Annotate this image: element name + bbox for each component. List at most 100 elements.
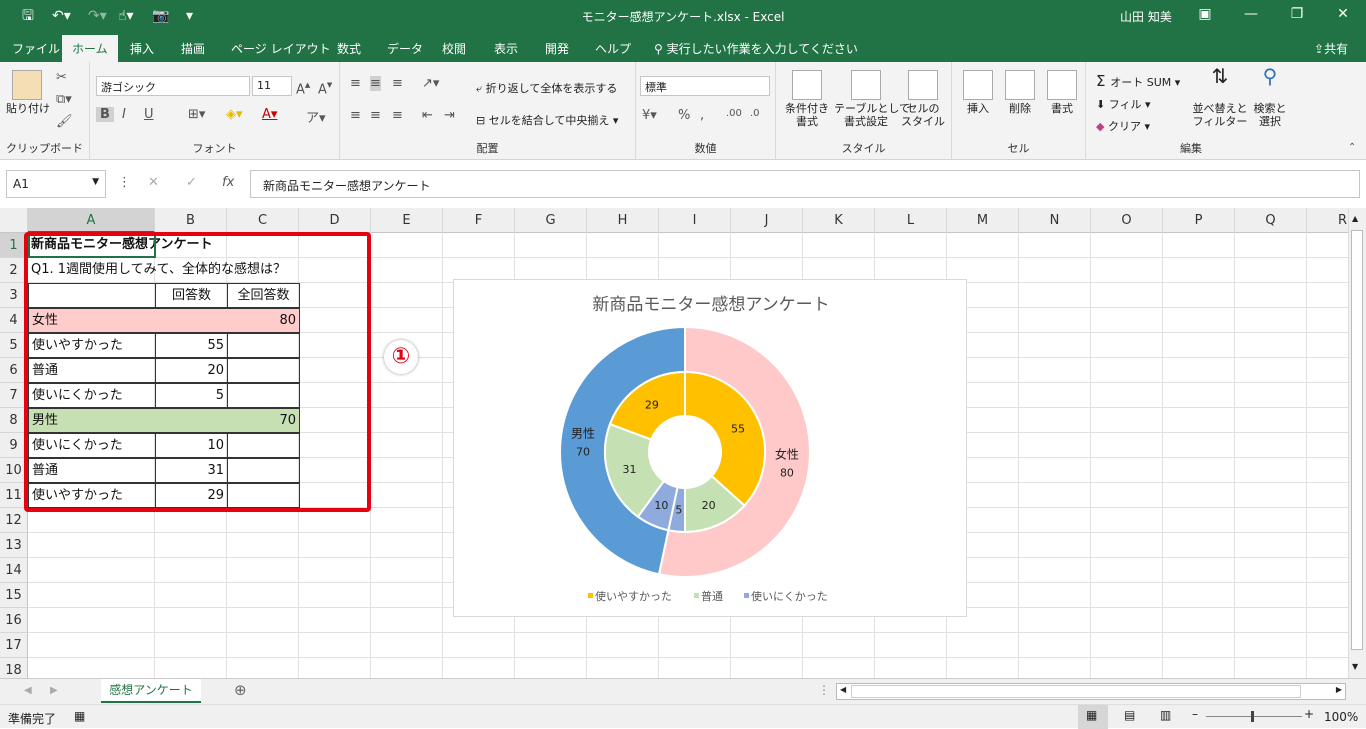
clear-button[interactable]: ◆ クリア ▾ — [1096, 118, 1150, 134]
row-header-18[interactable]: 18 — [0, 658, 28, 678]
bold-button[interactable]: B — [96, 107, 114, 122]
normal-view-button[interactable]: ▦ — [1078, 705, 1108, 729]
prev-sheet-icon[interactable]: ◀ — [24, 685, 32, 696]
border-icon[interactable]: ⊞▾ — [188, 107, 205, 122]
insert-cells-button[interactable]: 挿入 — [958, 70, 998, 115]
percent-icon[interactable]: % — [678, 108, 690, 123]
row-header-15[interactable]: 15 — [0, 583, 28, 608]
align-middle-icon[interactable]: ≡ — [370, 76, 381, 91]
tab-file[interactable]: ファイル — [12, 40, 60, 57]
scroll-right-icon[interactable]: ▶ — [1336, 685, 1342, 694]
comma-icon[interactable]: , — [700, 108, 704, 123]
select-all-corner[interactable] — [0, 208, 28, 233]
underline-button[interactable]: U — [144, 107, 154, 122]
macro-record-icon[interactable]: ▦ — [74, 709, 85, 723]
align-left-icon[interactable]: ≡ — [350, 108, 361, 123]
collapse-ribbon-icon[interactable]: ⌃ — [1348, 142, 1356, 153]
column-header-r[interactable]: R — [1307, 208, 1348, 233]
phonetic-icon[interactable]: ア▾ — [306, 107, 326, 126]
add-sheet-icon[interactable]: ⊕ — [234, 681, 247, 699]
tab-data[interactable]: データ — [387, 40, 423, 57]
format-cells-button[interactable]: 書式 — [1042, 70, 1082, 115]
tell-me-search[interactable]: ⚲ 実行したい作業を入力してください — [654, 40, 858, 57]
row-header-16[interactable]: 16 — [0, 608, 28, 633]
align-center-icon[interactable]: ≡ — [370, 108, 381, 123]
zoom-slider[interactable] — [1206, 716, 1302, 717]
row-header-13[interactable]: 13 — [0, 533, 28, 558]
row-header-14[interactable]: 14 — [0, 558, 28, 583]
tab-page-layout[interactable]: ページ レイアウト — [231, 40, 331, 57]
user-name[interactable]: 山田 知美 — [1120, 8, 1172, 25]
insert-function-icon[interactable]: fx — [222, 175, 234, 190]
font-name-select[interactable]: 游ゴシック — [96, 76, 250, 96]
name-box[interactable]: A1 ▼ — [6, 170, 106, 198]
scroll-down-icon[interactable]: ▼ — [1352, 662, 1358, 671]
merge-center-button[interactable]: ⊟ セルを結合して中央揃え ▾ — [476, 112, 618, 128]
row-header-12[interactable]: 12 — [0, 508, 28, 533]
delete-cells-button[interactable]: 削除 — [1000, 70, 1040, 115]
italic-button[interactable]: I — [122, 107, 126, 122]
column-header-f[interactable]: F — [443, 208, 515, 233]
find-select-button[interactable]: ⚲ 検索と 選択 — [1250, 66, 1290, 128]
tab-view[interactable]: 表示 — [494, 40, 518, 57]
copy-icon[interactable]: ⧉▾ — [56, 92, 72, 107]
horizontal-scrollbar[interactable]: ◀ ▶ — [836, 683, 1346, 700]
increase-decimal-icon[interactable]: .00 — [726, 108, 742, 119]
column-header-c[interactable]: C — [227, 208, 299, 233]
align-right-icon[interactable]: ≡ — [392, 108, 403, 123]
h-scroll-thumb[interactable] — [851, 685, 1301, 698]
fill-button[interactable]: ⬇ フィル ▾ — [1096, 96, 1151, 112]
decrease-decimal-icon[interactable]: .0 — [750, 108, 760, 119]
align-top-icon[interactable]: ≡ — [350, 76, 361, 91]
align-bottom-icon[interactable]: ≡ — [392, 76, 403, 91]
column-header-h[interactable]: H — [587, 208, 659, 233]
scroll-left-icon[interactable]: ◀ — [840, 685, 846, 694]
currency-icon[interactable]: ¥▾ — [642, 108, 657, 123]
scroll-thumb[interactable] — [1351, 230, 1363, 650]
chart-title[interactable]: 新商品モニター感想アンケート — [592, 295, 829, 315]
doughnut-chart[interactable]: 新商品モニター感想アンケート 女性 80 男性 70 55 20 5 10 31 29 使いやすか… — [453, 279, 967, 617]
ribbon-display-icon[interactable]: ▣ — [1190, 6, 1220, 22]
column-header-n[interactable]: N — [1019, 208, 1091, 233]
zoom-thumb[interactable] — [1251, 711, 1254, 722]
column-header-a[interactable]: A — [28, 208, 155, 233]
column-header-e[interactable]: E — [371, 208, 443, 233]
splitter-icon[interactable]: ⋮ — [818, 683, 830, 697]
tab-help[interactable]: ヘルプ — [595, 40, 631, 57]
tab-draw[interactable]: 描画 — [181, 40, 205, 57]
close-icon[interactable]: ✕ — [1328, 6, 1358, 22]
worksheet-grid[interactable]: ABCDEFGHIJKLMNOPQR 1 2 3 4 5 6 7 8 9 10 11 12 13 14 15… — [0, 208, 1348, 678]
column-header-g[interactable]: G — [515, 208, 587, 233]
sort-filter-button[interactable]: ⇅ 並べ替えと フィルター — [1192, 66, 1248, 128]
page-break-view-icon[interactable]: ▥ — [1160, 708, 1171, 722]
increase-font-icon[interactable]: A▴ — [296, 78, 310, 97]
tab-insert[interactable]: 挿入 — [130, 40, 154, 57]
page-layout-view-icon[interactable]: ▤ — [1124, 708, 1135, 722]
format-as-table-button[interactable]: テーブルとして 書式設定 — [834, 70, 910, 128]
column-header-b[interactable]: B — [155, 208, 227, 233]
legend-entry-2[interactable]: 使いにくかった — [751, 590, 828, 603]
column-header-i[interactable]: I — [659, 208, 731, 233]
tab-home[interactable]: ホーム — [62, 35, 118, 62]
format-painter-icon[interactable]: 🖌 — [56, 114, 73, 129]
tab-developer[interactable]: 開発 — [545, 40, 569, 57]
minimize-icon[interactable]: — — [1236, 6, 1266, 22]
paste-button[interactable]: 貼り付け — [6, 70, 50, 115]
column-header-d[interactable]: D — [299, 208, 371, 233]
formula-input[interactable]: 新商品モニター感想アンケート — [250, 170, 1360, 198]
zoom-level[interactable]: 100% — [1324, 710, 1358, 724]
scroll-up-icon[interactable]: ▲ — [1352, 214, 1358, 223]
tab-review[interactable]: 校閲 — [442, 40, 466, 57]
column-header-j[interactable]: J — [731, 208, 803, 233]
font-size-select[interactable]: 11 — [252, 76, 292, 96]
sheet-tab-active[interactable]: 感想アンケート — [101, 679, 201, 703]
vertical-scrollbar[interactable]: ▲ ▼ — [1348, 208, 1366, 678]
enter-icon[interactable]: ✓ — [186, 175, 197, 190]
cancel-icon[interactable]: ✕ — [148, 175, 159, 190]
autosum-button[interactable]: Σ オート SUM ▾ — [1096, 72, 1180, 90]
wrap-text-button[interactable]: ⤶ 折り返して全体を表示する — [476, 80, 617, 96]
outdent-icon[interactable]: ⇤ — [422, 108, 433, 123]
number-format-select[interactable]: 標準 — [640, 76, 770, 96]
zoom-out-icon[interactable]: – — [1192, 707, 1198, 721]
decrease-font-icon[interactable]: A▾ — [318, 78, 332, 97]
